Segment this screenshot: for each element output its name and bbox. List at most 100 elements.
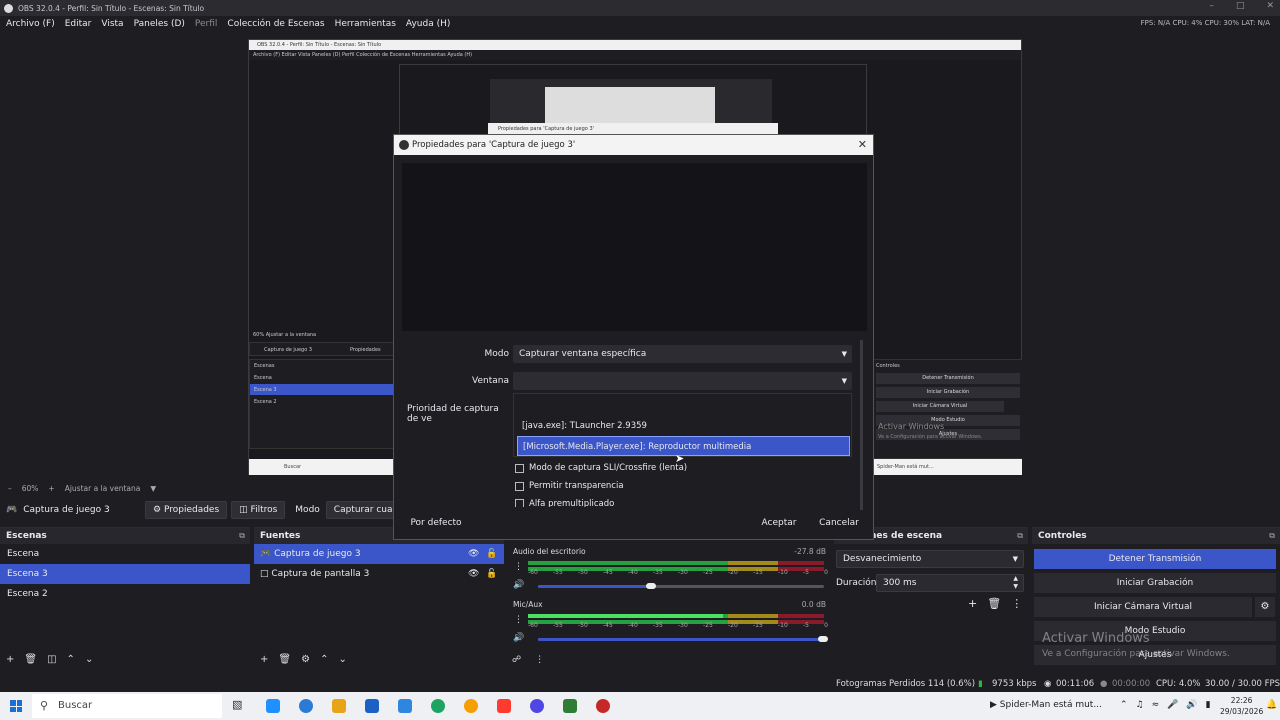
kebab-icon[interactable]: ⋮ xyxy=(514,615,523,625)
fit-window[interactable]: Ajustar a la ventana xyxy=(65,484,141,493)
source-item-selected[interactable]: 🎮 Captura de juego 3 👁 🔓 xyxy=(254,544,504,564)
chevron-down-icon[interactable]: ▼ xyxy=(150,484,156,493)
battery-icon[interactable]: ▮ xyxy=(1206,700,1211,710)
lock-icon[interactable]: 🔓 xyxy=(486,544,497,564)
close-icon[interactable]: ✕ xyxy=(858,135,867,155)
scene-item[interactable]: Escena xyxy=(0,544,250,564)
checkbox-box[interactable] xyxy=(515,481,524,491)
menu-vista[interactable]: Vista xyxy=(101,19,123,29)
sli-checkbox[interactable]: Modo de captura SLI/Crossfire (lenta) xyxy=(515,463,687,473)
eye-icon[interactable]: 👁 xyxy=(468,564,479,584)
volume-slider[interactable] xyxy=(538,585,652,588)
scene-item-selected[interactable]: Escena 3 xyxy=(0,564,250,584)
kebab-icon[interactable]: ⋮ xyxy=(535,655,544,665)
add-source-icon[interactable]: + xyxy=(260,654,268,665)
volume-slider[interactable] xyxy=(538,638,824,641)
move-down-icon[interactable]: ⌄ xyxy=(338,654,346,665)
mode-select[interactable]: Capturar ventana específica ▼ xyxy=(513,345,852,363)
menu-paneles[interactable]: Paneles (D) xyxy=(134,19,185,29)
add-transition-icon[interactable]: + xyxy=(968,597,977,610)
kebab-icon[interactable]: ⋮ xyxy=(514,562,523,572)
plus-icon[interactable]: + xyxy=(48,484,54,493)
copilot-icon[interactable] xyxy=(266,699,280,713)
transition-select[interactable]: Desvanecimiento ▼ xyxy=(836,550,1024,568)
duration-input[interactable]: 300 ms ▲ ▼ xyxy=(876,574,1024,592)
gear-icon[interactable]: ⚙ xyxy=(301,654,310,665)
move-up-icon[interactable]: ⌃ xyxy=(67,654,75,665)
mic-icon[interactable]: 🎤 xyxy=(1167,700,1178,710)
store-icon[interactable] xyxy=(365,699,379,713)
discord-icon[interactable] xyxy=(530,699,544,713)
zoom-level[interactable]: 60% xyxy=(22,484,39,493)
filters-button[interactable]: ◫ Filtros xyxy=(231,501,286,519)
close-icon[interactable]: ✕ xyxy=(1266,1,1274,11)
add-scene-icon[interactable]: + xyxy=(6,654,14,665)
mail-icon[interactable] xyxy=(398,699,412,713)
properties-button[interactable]: ⚙ Propiedades xyxy=(145,501,228,519)
premultiplied-checkbox[interactable]: Alfa premultiplicado xyxy=(515,499,614,507)
undock-icon[interactable]: ⧉ xyxy=(1269,528,1275,544)
move-up-icon[interactable]: ⌃ xyxy=(320,654,328,665)
obs-taskbar-icon[interactable] xyxy=(596,699,610,713)
menu-editar[interactable]: Editar xyxy=(65,19,92,29)
headset-icon[interactable]: ♫ xyxy=(1136,700,1144,710)
taskbar-search[interactable]: ⚲ Buscar xyxy=(32,694,222,718)
activation-watermark-sub: Ve a Configuración para activar Windows. xyxy=(1042,649,1230,659)
link-icon[interactable]: ☍ xyxy=(512,655,521,665)
speaker-icon[interactable]: 🔊 xyxy=(513,633,524,643)
volume-knob[interactable] xyxy=(818,636,828,642)
menu-perfil[interactable]: Perfil xyxy=(195,19,218,29)
undock-icon[interactable]: ⧉ xyxy=(239,528,245,544)
ok-button[interactable]: Aceptar xyxy=(752,513,806,533)
transparency-checkbox[interactable]: Permitir transparencia xyxy=(515,481,624,491)
menu-archivo[interactable]: Archivo (F) xyxy=(6,19,55,29)
kebab-icon[interactable]: ⋮ xyxy=(1011,597,1022,610)
gear-icon[interactable]: ⚙ xyxy=(1255,597,1275,617)
filter-icon[interactable]: ◫ xyxy=(47,654,56,665)
speaker-icon[interactable]: 🔊 xyxy=(513,580,524,590)
spinner-icon[interactable]: ▲ ▼ xyxy=(1013,575,1018,591)
app-icon[interactable] xyxy=(464,699,478,713)
edge-icon[interactable] xyxy=(299,699,313,713)
volume-icon[interactable]: 🔊 xyxy=(1186,700,1197,710)
checkbox-label: Modo de captura SLI/Crossfire (lenta) xyxy=(529,463,688,473)
eye-icon[interactable]: 👁 xyxy=(468,544,479,564)
dropdown-option[interactable]: [java.exe]: TLauncher 2.9359 xyxy=(517,416,850,436)
defaults-button[interactable]: Por defecto xyxy=(406,513,466,533)
minus-icon[interactable]: – xyxy=(8,484,12,493)
task-view-icon[interactable]: ▧ xyxy=(232,698,246,712)
chevron-up-icon[interactable]: ⌃ xyxy=(1120,700,1128,710)
volume-knob[interactable] xyxy=(646,583,656,589)
minimize-icon[interactable]: – xyxy=(1209,1,1214,11)
windows-start-icon[interactable] xyxy=(10,700,22,712)
cancel-button[interactable]: Cancelar xyxy=(812,513,866,533)
menu-coleccion-escenas[interactable]: Colección de Escenas xyxy=(227,19,324,29)
stop-stream-button[interactable]: Detener Transmisión xyxy=(1034,549,1276,569)
start-virtual-camera-button[interactable]: Iniciar Cámara Virtual xyxy=(1034,597,1252,617)
checkbox-box[interactable] xyxy=(515,499,524,507)
menu-herramientas[interactable]: Herramientas xyxy=(335,19,396,29)
menu-ayuda[interactable]: Ayuda (H) xyxy=(406,19,450,29)
minecraft-icon[interactable] xyxy=(563,699,577,713)
trash-icon[interactable]: 🗑 xyxy=(278,654,291,665)
chrome-icon[interactable] xyxy=(431,699,445,713)
scene-item[interactable]: Escena 2 xyxy=(0,584,250,604)
start-recording-button[interactable]: Iniciar Grabación xyxy=(1034,573,1276,593)
dialog-scrollbar[interactable] xyxy=(860,340,863,510)
notification-icon[interactable]: 🔔 xyxy=(1266,700,1277,710)
lock-icon[interactable]: 🔓 xyxy=(486,564,497,584)
taskbar-media[interactable]: ▶ Spider-Man está mut... xyxy=(990,700,1102,710)
trash-icon[interactable]: 🗑 xyxy=(24,654,37,665)
taskbar-clock[interactable]: 22:26 29/03/2026 xyxy=(1220,695,1263,717)
brave-icon[interactable] xyxy=(497,699,511,713)
source-item[interactable]: □ Captura de pantalla 3 👁 🔓 xyxy=(254,564,504,584)
wifi-icon[interactable]: ≈ xyxy=(1152,700,1160,710)
file-explorer-icon[interactable] xyxy=(332,699,346,713)
maximize-icon[interactable]: □ xyxy=(1236,1,1245,11)
checkbox-box[interactable] xyxy=(515,463,524,473)
trash-icon[interactable]: 🗑 xyxy=(987,597,1001,610)
move-down-icon[interactable]: ⌄ xyxy=(85,654,93,665)
window-select[interactable]: ▼ xyxy=(513,372,852,390)
undock-icon[interactable]: ⧉ xyxy=(1017,528,1023,544)
meter-tick-label: -60 xyxy=(528,569,538,576)
